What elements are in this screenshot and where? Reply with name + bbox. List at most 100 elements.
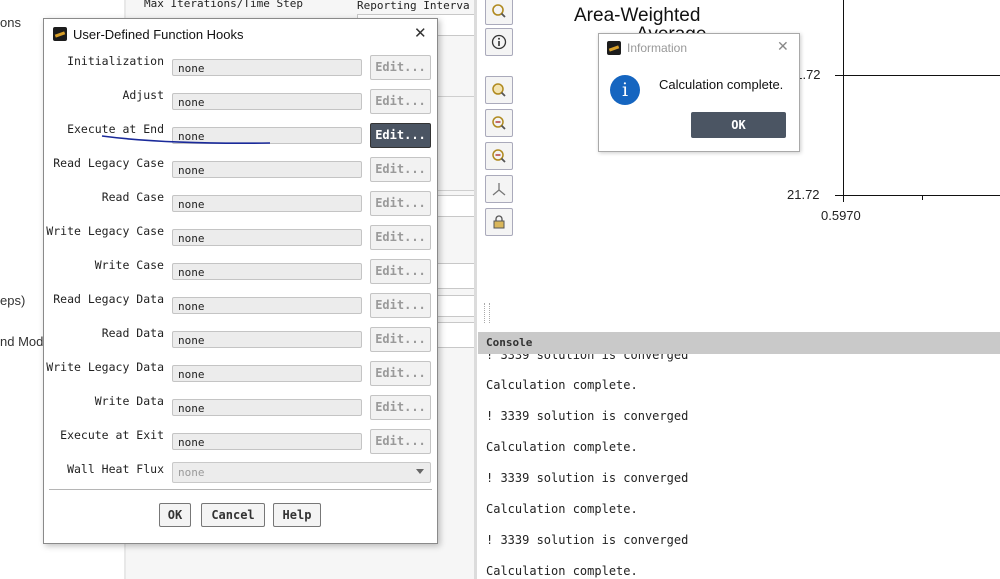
hook-label: Adjust xyxy=(122,88,164,102)
console-line: Calculation complete. xyxy=(486,440,638,454)
console-line: Calculation complete. xyxy=(486,502,638,516)
info-icon: i xyxy=(610,75,640,105)
hook-row-write-legacy-case: Write Legacy Case none Edit... xyxy=(44,222,437,252)
dialog-title: User-Defined Function Hooks xyxy=(73,27,244,42)
max-iterations-label: Max Iterations/Time Step xyxy=(144,0,303,10)
hook-value-field[interactable]: none xyxy=(172,93,362,110)
hook-value-field[interactable]: none xyxy=(172,297,362,314)
hook-label: Write Case xyxy=(94,258,164,272)
hook-row-initialization: Initialization none Edit... xyxy=(44,52,437,82)
mid-field[interactable] xyxy=(436,263,476,289)
info-icon[interactable] xyxy=(485,28,513,56)
help-button[interactable]: Help xyxy=(273,503,321,527)
mid-field[interactable] xyxy=(436,295,476,317)
x-tick xyxy=(843,195,844,202)
edit-button[interactable]: Edit... xyxy=(370,429,431,454)
hook-label: Initialization xyxy=(67,54,164,68)
edit-button[interactable]: Edit... xyxy=(370,395,431,420)
edit-button[interactable]: Edit... xyxy=(370,225,431,250)
hook-label: Wall Heat Flux xyxy=(67,462,164,476)
hook-value-field[interactable]: none xyxy=(172,59,362,76)
edit-button-active[interactable]: Edit... xyxy=(370,123,431,148)
divider xyxy=(436,190,474,191)
hook-row-adjust: Adjust none Edit... xyxy=(44,86,437,116)
zoom-out-icon[interactable] xyxy=(485,142,513,170)
close-icon[interactable]: ✕ xyxy=(414,24,427,42)
left-panel-text: ons xyxy=(0,15,21,30)
plot-line xyxy=(835,75,1000,76)
hook-label: Read Case xyxy=(101,190,164,204)
hook-row-execute-at-exit: Execute at Exit none Edit... xyxy=(44,426,437,456)
hook-label: Read Data xyxy=(101,326,164,340)
hook-value-field[interactable]: none xyxy=(172,229,362,246)
hook-value-field[interactable]: none xyxy=(172,161,362,178)
hook-row-write-legacy-data: Write Legacy Data none Edit... xyxy=(44,358,437,388)
x-tick-label: 0.5970 xyxy=(821,208,861,223)
hook-label: Read Legacy Case xyxy=(53,156,164,170)
edit-button[interactable]: Edit... xyxy=(370,259,431,284)
edit-button[interactable]: Edit... xyxy=(370,89,431,114)
edit-button[interactable]: Edit... xyxy=(370,361,431,386)
udf-hooks-dialog: User-Defined Function Hooks ✕ Initializa… xyxy=(43,18,438,544)
console-line: Calculation complete. xyxy=(486,378,638,392)
x-tick xyxy=(922,195,923,200)
edit-button[interactable]: Edit... xyxy=(370,191,431,216)
hook-row-write-data: Write Data none Edit... xyxy=(44,392,437,422)
hook-row-read-data: Read Data none Edit... xyxy=(44,324,437,354)
information-dialog: Information ✕ i Calculation complete. OK xyxy=(598,33,800,152)
info-message: Calculation complete. xyxy=(659,77,784,92)
edit-button[interactable]: Edit... xyxy=(370,293,431,318)
edit-button[interactable]: Edit... xyxy=(370,327,431,352)
hook-row-read-legacy-data: Read Legacy Data none Edit... xyxy=(44,290,437,320)
chevron-down-icon xyxy=(416,469,424,474)
app-logo-icon xyxy=(607,41,621,55)
hook-value-field[interactable]: none xyxy=(172,263,362,280)
console-line: ! 3339 solution is converged xyxy=(486,471,689,485)
hook-row-wall-heat-flux: Wall Heat Flux none xyxy=(44,460,437,486)
wall-heat-flux-select[interactable]: none xyxy=(172,462,431,483)
console-title: Console xyxy=(486,336,533,349)
select-value: none xyxy=(178,466,205,479)
hook-row-read-legacy-case: Read Legacy Case none Edit... xyxy=(44,154,437,184)
dialog-title: Information xyxy=(627,41,688,55)
hook-value-field[interactable]: none xyxy=(172,195,362,212)
ok-button[interactable]: OK xyxy=(159,503,191,527)
close-icon[interactable]: ✕ xyxy=(777,38,789,55)
mid-field[interactable] xyxy=(436,195,476,217)
reporting-interval-label: Reporting Interva xyxy=(357,0,470,12)
console[interactable]: ! 3339 solution is converged Calculation… xyxy=(478,354,1000,579)
x-axis xyxy=(835,195,1000,196)
hook-row-write-case: Write Case none Edit... xyxy=(44,256,437,286)
zoom-box-icon[interactable] xyxy=(485,76,513,104)
zoom-in-icon[interactable] xyxy=(485,109,513,137)
hook-label: Write Legacy Data xyxy=(46,360,164,374)
edit-button[interactable]: Edit... xyxy=(370,157,431,182)
divider xyxy=(436,96,474,97)
hook-value-field[interactable]: none xyxy=(172,365,362,382)
splitter-handle[interactable] xyxy=(484,303,490,323)
hook-label: Execute at Exit xyxy=(60,428,164,442)
cancel-button[interactable]: Cancel xyxy=(201,503,265,527)
underline-annotation xyxy=(101,135,271,144)
mid-field[interactable] xyxy=(436,322,476,348)
console-line: ! 3339 solution is converged xyxy=(486,533,689,547)
zoom-fit-icon[interactable] xyxy=(485,0,513,25)
console-line: ! 3339 solution is converged xyxy=(486,354,689,362)
divider xyxy=(49,489,432,490)
hook-value-field[interactable]: none xyxy=(172,399,362,416)
hook-row-read-case: Read Case none Edit... xyxy=(44,188,437,218)
console-line: Calculation complete. xyxy=(486,564,638,578)
lock-icon[interactable] xyxy=(485,208,513,236)
hook-label: Write Legacy Case xyxy=(46,224,164,238)
axes-icon[interactable] xyxy=(485,175,513,203)
dialog-titlebar[interactable]: User-Defined Function Hooks ✕ xyxy=(44,19,437,49)
hook-value-field[interactable]: none xyxy=(172,331,362,348)
console-header: Console xyxy=(478,332,1000,354)
ok-button[interactable]: OK xyxy=(691,112,786,138)
console-line: ! 3339 solution is converged xyxy=(486,409,689,423)
edit-button[interactable]: Edit... xyxy=(370,55,431,80)
app-logo-icon xyxy=(53,27,67,41)
y-axis xyxy=(843,0,844,196)
y-tick-label: 21.72 xyxy=(787,187,820,202)
hook-value-field[interactable]: none xyxy=(172,433,362,450)
